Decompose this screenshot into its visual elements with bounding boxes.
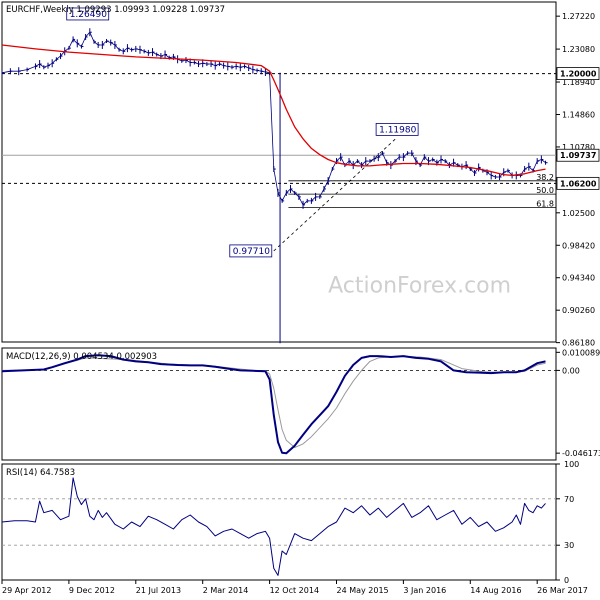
x-tick-label: 21 Jul 2013: [136, 586, 181, 595]
price-value-label: 1.06200: [560, 179, 597, 188]
price-ytick-label: 0.98420: [562, 241, 595, 250]
rsi-ytick-label: 70: [564, 495, 574, 504]
chart-canvas: ActionForex.com1.272201.230801.189401.14…: [1, 1, 600, 595]
rsi-ytick-label: 100: [564, 460, 579, 469]
rsi-ytick-label: 30: [564, 541, 574, 550]
macd-panel-title: MACD(12,26,9) 0.004534 0.002903: [6, 352, 157, 362]
price-panel-title: EURCHF,Weekly 1.09293 1.09993 1.09228 1.…: [6, 5, 225, 15]
fib-label: 61.8: [536, 199, 554, 208]
x-tick-label: 26 Mar 2017: [537, 586, 588, 595]
annotation-label: 0.97710: [233, 247, 270, 257]
x-tick-label: 12 Oct 2014: [270, 586, 319, 595]
x-tick-label: 2 Mar 2014: [203, 586, 249, 595]
annotation-label: 1.11980: [379, 125, 416, 135]
price-ytick-label: 0.86180: [562, 339, 595, 348]
price-ytick-label: 1.14860: [562, 110, 595, 119]
rsi-panel-frame: [1, 463, 557, 581]
macd-ytick-label: 0.00: [562, 366, 580, 375]
price-ytick-label: 1.02500: [562, 209, 595, 218]
rsi-panel-title: RSI(14) 64.7583: [6, 468, 75, 478]
x-tick-label: 3 Jan 2016: [403, 586, 446, 595]
fib-label: 38.2: [536, 173, 554, 182]
price-value-label: 1.20000: [560, 70, 597, 79]
watermark-text: ActionForex.com: [328, 273, 511, 298]
x-tick-label: 9 Dec 2012: [69, 586, 115, 595]
macd-ytick-label: 0.010089: [562, 348, 600, 357]
x-tick-label: 29 Apr 2012: [2, 586, 51, 595]
fib-label: 50.0: [536, 186, 554, 195]
price-ytick-label: 1.23080: [562, 45, 595, 54]
x-tick-label: 24 May 2015: [336, 586, 388, 595]
price-ytick-label: 0.94340: [562, 274, 595, 283]
price-value-label: 1.09737: [560, 151, 596, 160]
macd-ytick-label: -0.046173: [562, 449, 600, 458]
x-tick-label: 14 Aug 2016: [470, 586, 521, 595]
x-axis: 29 Apr 2012 9 Dec 2012 21 Jul 2013 2 Mar 20…: [1, 580, 588, 595]
price-ytick-label: 1.27220: [562, 12, 595, 21]
rsi-ytick-label: 0: [564, 576, 569, 585]
price-ytick-label: 0.90260: [562, 306, 595, 315]
